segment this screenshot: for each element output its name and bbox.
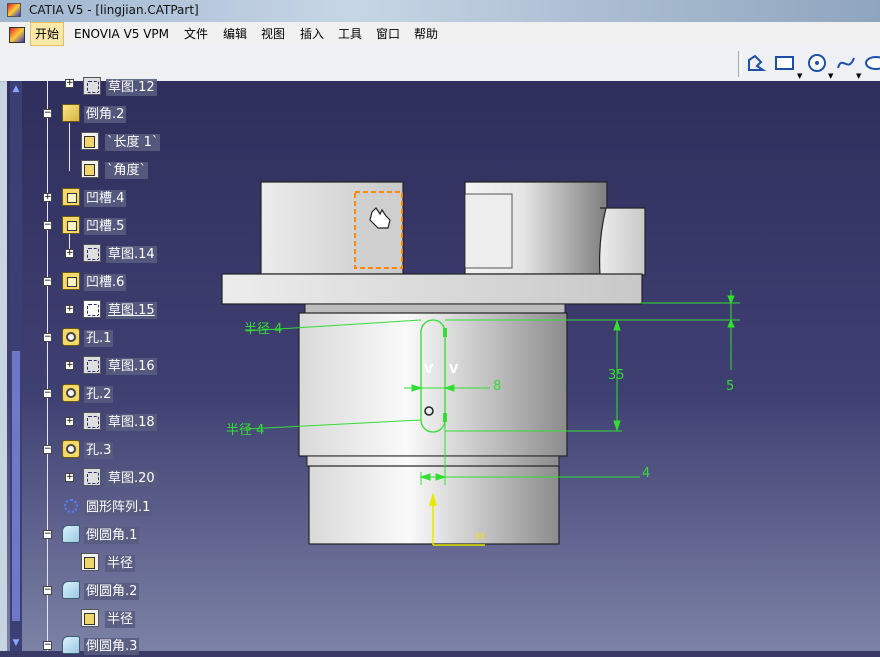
tree-item-pocket-5[interactable]: − 凹槽.5	[22, 215, 262, 237]
pocket-icon	[62, 188, 80, 206]
collapse-icon[interactable]: −	[43, 221, 52, 230]
parameter-icon	[81, 160, 99, 178]
expand-icon[interactable]: +	[65, 305, 74, 314]
tree-label: `长度 1`	[105, 134, 161, 151]
tree-item-circular-pattern-1[interactable]: 圆形阵列.1	[22, 496, 262, 518]
tree-label: 倒圆角.1	[84, 527, 140, 544]
tree-item-hole-2[interactable]: − 孔.2	[22, 383, 262, 405]
parameter-icon	[81, 132, 99, 150]
sketch-icon	[83, 468, 101, 486]
parameter-icon	[81, 609, 99, 627]
tree-label: 草图.14	[106, 246, 157, 263]
chamfer-icon	[62, 104, 80, 122]
pocket-icon	[62, 272, 80, 290]
dimension-offset-bottom[interactable]: 4	[642, 466, 650, 481]
tree-label: 倒圆角.3	[84, 638, 140, 655]
tree-item-hole-3[interactable]: − 孔.3	[22, 439, 262, 461]
fillet-icon	[62, 581, 80, 599]
tree-item-sketch-12[interactable]: + 草图.12	[22, 77, 262, 103]
circular-pattern-icon	[62, 497, 80, 515]
expand-icon[interactable]: +	[65, 417, 74, 426]
tree-item-sketch-14[interactable]: + 草图.14	[22, 243, 262, 265]
dimension-width[interactable]: 8	[493, 379, 501, 394]
sketch-edit-icon	[83, 300, 101, 318]
tree-item-angle[interactable]: `角度`	[22, 159, 262, 181]
collapse-icon[interactable]: −	[43, 445, 52, 454]
tree-label: 草图.18	[106, 414, 157, 431]
tree-item-pocket-6[interactable]: − 凹槽.6	[22, 271, 262, 293]
tree-item-radius-1[interactable]: 半径	[22, 552, 262, 574]
collapse-icon[interactable]: −	[43, 277, 52, 286]
expand-icon[interactable]: +	[65, 79, 74, 88]
tree-label: 凹槽.6	[84, 274, 127, 291]
part-body[interactable]	[221, 181, 646, 545]
expand-icon[interactable]: +	[43, 193, 52, 202]
tree-label: 凹槽.5	[84, 218, 127, 235]
tree-item-fillet-1[interactable]: − 倒圆角.1	[22, 524, 262, 546]
tree-item-chamfer-2[interactable]: − 倒角.2	[22, 103, 262, 125]
vertical-constraint-left: V	[424, 362, 434, 376]
tree-item-sketch-18[interactable]: + 草图.18	[22, 411, 262, 433]
collapse-icon[interactable]: −	[43, 109, 52, 118]
tree-item-radius-2[interactable]: 半径	[22, 608, 262, 630]
tree-item-fillet-2[interactable]: − 倒圆角.2	[22, 580, 262, 602]
parameter-icon	[81, 553, 99, 571]
collapse-icon[interactable]: −	[43, 530, 52, 539]
pocket-icon	[62, 216, 80, 234]
tree-label: 草图.20	[106, 470, 157, 487]
tree-label: 孔.1	[84, 330, 114, 347]
tree-label: 圆形阵列.1	[84, 499, 153, 516]
hole-icon	[62, 328, 80, 346]
sketch-icon	[83, 412, 101, 430]
tree-label: `角度`	[105, 162, 149, 179]
tree-item-sketch-15[interactable]: + 草图.15	[22, 299, 262, 321]
expand-icon[interactable]: +	[65, 361, 74, 370]
specification-tree: + 草图.12 − 倒角.2 `长度 1` `角度` + 凹槽.4 − 凹槽.5…	[22, 77, 262, 655]
tree-label: 孔.2	[84, 386, 114, 403]
collapse-icon[interactable]: −	[43, 586, 52, 595]
tree-item-sketch-20[interactable]: + 草图.20	[22, 467, 262, 489]
sketch-icon	[83, 244, 101, 262]
fillet-icon	[62, 636, 80, 654]
sketch-icon	[83, 77, 101, 95]
tree-item-fillet-3[interactable]: − 倒圆角.3	[22, 635, 262, 657]
tree-item-sketch-16[interactable]: + 草图.16	[22, 355, 262, 377]
expand-icon[interactable]: +	[65, 249, 74, 258]
tree-item-pocket-4[interactable]: + 凹槽.4	[22, 187, 262, 209]
fillet-icon	[62, 525, 80, 543]
tree-label: 倒圆角.2	[84, 583, 140, 600]
expand-icon[interactable]: +	[65, 473, 74, 482]
dimension-height[interactable]: 35	[608, 368, 625, 383]
tree-label: 倒角.2	[84, 106, 127, 123]
collapse-icon[interactable]: −	[43, 333, 52, 342]
sketch-icon	[83, 356, 101, 374]
tree-label: 凹槽.4	[84, 190, 127, 207]
hole-icon	[62, 440, 80, 458]
tree-item-length-1[interactable]: `长度 1`	[22, 131, 262, 153]
tree-item-hole-1[interactable]: − 孔.1	[22, 327, 262, 349]
vertical-constraint-right: V	[449, 362, 459, 376]
collapse-icon[interactable]: −	[43, 389, 52, 398]
h-axis-label: H	[476, 530, 484, 543]
dimension-offset-right[interactable]: 5	[726, 379, 734, 394]
collapse-icon[interactable]: −	[43, 641, 52, 650]
tree-label: 孔.3	[84, 442, 114, 459]
tree-label: 草图.15	[106, 302, 157, 319]
tree-label: 半径	[105, 611, 136, 628]
tree-label: 草图.12	[106, 79, 157, 96]
tree-label: 半径	[105, 555, 136, 572]
tree-label: 草图.16	[106, 358, 157, 375]
hole-icon	[62, 384, 80, 402]
